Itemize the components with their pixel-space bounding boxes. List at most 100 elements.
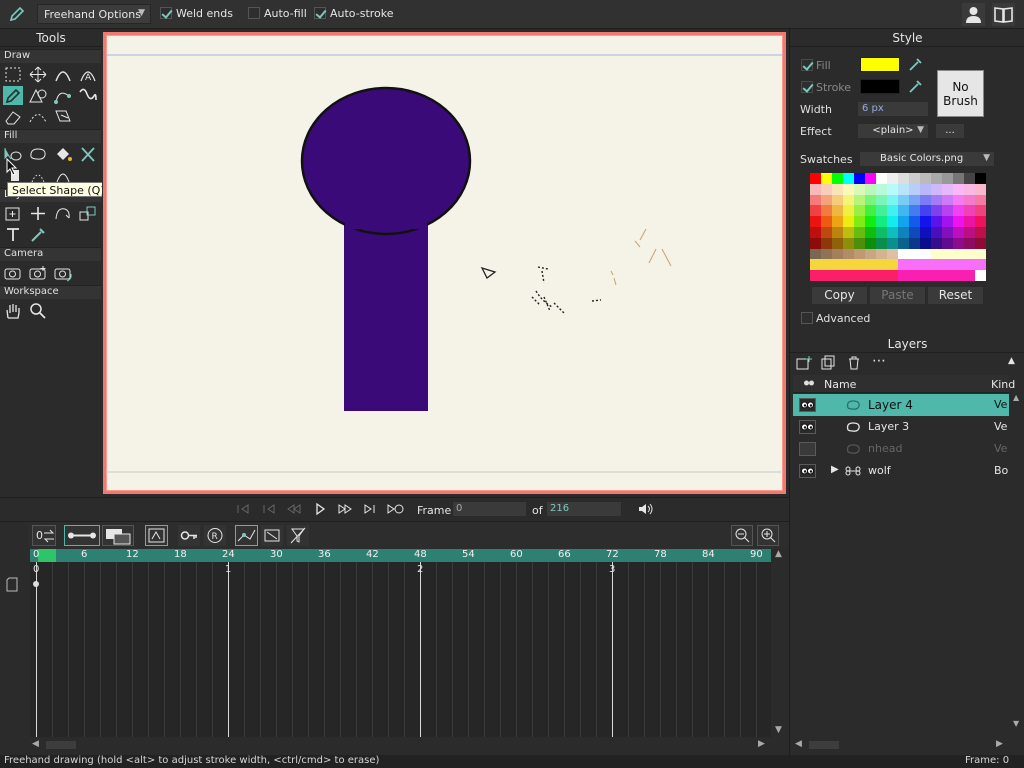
color-swatch[interactable] [898,173,909,184]
prev-key-button[interactable] [259,500,279,518]
color-swatch[interactable] [964,227,975,238]
stroke-eyedropper-icon[interactable] [908,78,924,94]
color-swatch[interactable] [843,237,854,249]
camera-tool-a[interactable] [3,263,23,282]
color-swatch[interactable] [854,237,865,249]
color-swatch[interactable] [898,237,909,249]
color-swatch[interactable] [843,205,854,217]
color-swatch[interactable] [843,259,854,271]
color-swatch[interactable] [854,183,865,195]
book-button[interactable] [992,3,1015,26]
no-filter-button[interactable] [287,525,309,546]
duplicate-layer-icon[interactable] [820,355,836,371]
color-swatch[interactable] [876,270,887,281]
color-swatch[interactable] [898,227,909,238]
color-swatch[interactable] [843,270,854,281]
layers-horizontal-scrollbar[interactable]: ◀ ▶ [793,738,1009,752]
color-swatch[interactable] [953,227,964,238]
color-swatch[interactable] [821,227,832,238]
color-swatch[interactable] [810,248,821,260]
eraser-tool[interactable] [3,107,23,126]
color-swatch[interactable] [876,205,887,217]
play-button[interactable] [310,500,330,518]
person-button[interactable] [962,3,985,26]
lasso-tool[interactable] [28,145,48,164]
color-swatch[interactable] [887,205,898,217]
color-swatch[interactable] [953,183,964,195]
advanced-checkbox[interactable] [801,312,813,324]
color-swatch[interactable] [810,183,821,195]
brush-tool[interactable] [78,86,98,105]
color-swatch[interactable] [832,270,843,281]
color-swatch[interactable] [964,248,975,260]
color-swatch[interactable] [865,259,876,271]
color-swatch[interactable] [964,205,975,217]
no-brush-button[interactable]: No Brush [937,70,984,117]
color-swatch[interactable] [810,259,821,271]
color-swatch[interactable] [865,173,876,184]
color-swatch[interactable] [876,173,887,184]
color-swatch[interactable] [909,216,920,227]
color-swatch[interactable] [821,173,832,184]
color-swatch[interactable] [832,237,843,249]
color-swatch[interactable] [887,237,898,249]
translate-layer-tool[interactable] [28,204,48,223]
auto-stroke-checkbox[interactable] [314,7,326,19]
effect-dropdown[interactable]: <plain> ▼ [857,123,929,139]
color-swatch[interactable] [975,194,986,206]
zoom-in-button[interactable] [757,525,779,546]
color-swatch[interactable] [876,183,887,195]
frame-input[interactable]: 0 [452,501,527,517]
freehand-tool[interactable] [3,86,23,105]
color-swatch[interactable] [953,237,964,249]
reset-button[interactable]: Reset [927,286,984,305]
color-swatch[interactable] [887,216,898,227]
color-swatch[interactable] [854,227,865,238]
color-swatch[interactable] [821,183,832,195]
layer-visibility-toggle[interactable] [799,464,816,478]
color-swatch[interactable] [865,248,876,260]
color-swatch[interactable] [865,216,876,227]
color-swatch[interactable] [832,183,843,195]
color-swatch[interactable] [821,216,832,227]
color-swatch[interactable] [931,205,942,217]
color-swatch[interactable] [964,259,975,271]
loop-button[interactable] [385,500,405,518]
color-swatch[interactable] [931,270,942,281]
color-swatch[interactable] [832,205,843,217]
expand-arrow-icon[interactable]: ▶ [831,464,839,475]
color-swatch[interactable] [876,216,887,227]
color-swatch[interactable] [920,194,931,206]
keyframe-mode-button[interactable] [145,525,168,546]
color-swatch[interactable] [843,227,854,238]
scroll-left-icon[interactable]: ◀ [795,739,802,749]
color-swatch[interactable] [854,270,865,281]
bezier-tool[interactable] [53,86,73,105]
color-swatch[interactable] [898,270,909,281]
layers-vertical-scrollbar[interactable]: ▲ ▼ [1010,393,1024,735]
color-swatch[interactable] [953,205,964,217]
color-swatch[interactable] [832,194,843,206]
color-swatch[interactable] [964,173,975,184]
color-swatch[interactable] [810,237,821,249]
width-input[interactable]: 6 px [857,101,929,117]
scroll-up-icon[interactable]: ▲ [1013,393,1019,402]
color-swatch[interactable] [810,227,821,238]
layer-visibility-toggle[interactable] [799,442,816,456]
layer-row-wolf[interactable]: ▶ wolf Bo [793,460,1009,482]
color-swatch[interactable] [931,237,942,249]
color-swatch[interactable] [821,194,832,206]
color-swatch[interactable] [810,216,821,227]
scroll-up-icon[interactable]: ▲ [775,549,782,559]
paint-bucket-tool[interactable] [53,145,73,164]
color-swatch[interactable] [920,205,931,217]
color-swatch[interactable] [865,205,876,217]
key-button[interactable] [178,525,200,546]
go-start-button[interactable] [234,500,254,518]
color-swatch[interactable] [953,259,964,271]
color-swatch[interactable] [942,259,953,271]
layer-row-nhead[interactable]: nhead Ve [793,438,1009,460]
curve-tool[interactable] [53,65,73,84]
color-swatch[interactable] [909,270,920,281]
eyedropper-tool[interactable] [28,225,48,244]
